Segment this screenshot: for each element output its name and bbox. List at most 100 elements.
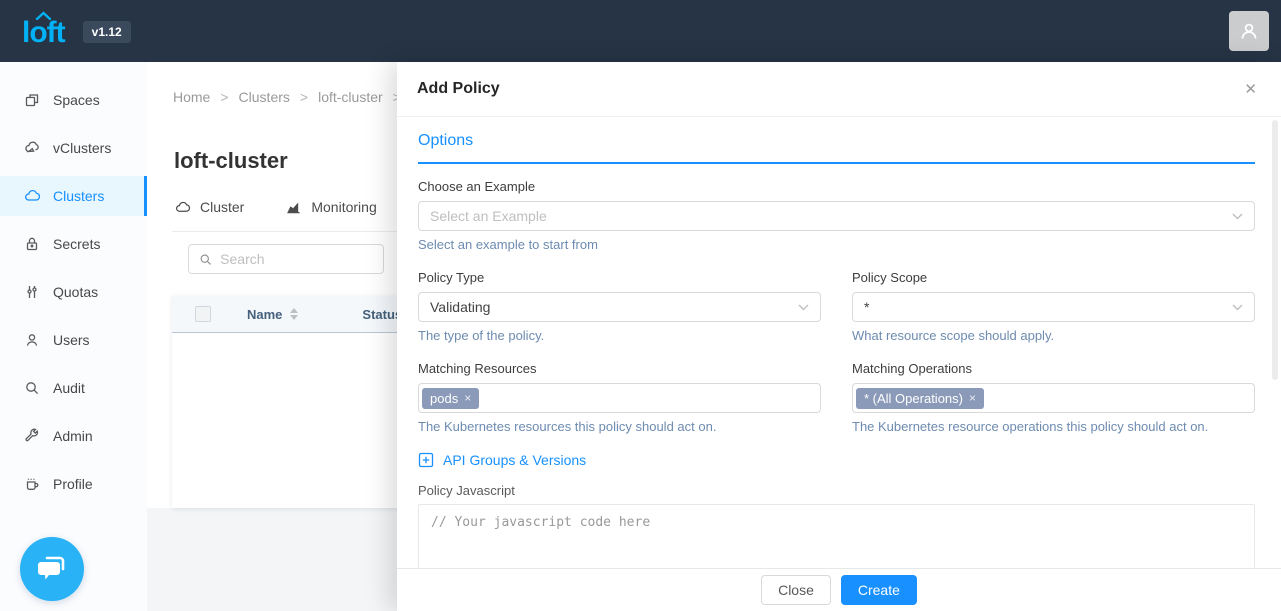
row-policy-type-scope: Policy Type Validating The type of the p… xyxy=(418,270,1255,343)
select-all-checkbox[interactable] xyxy=(195,306,211,322)
avatar[interactable] xyxy=(1229,11,1269,51)
drawer-footer: Close Create xyxy=(397,568,1281,611)
field-label: Matching Operations xyxy=(852,361,1255,376)
tab-label: Cluster xyxy=(200,199,244,215)
breadcrumb-separator: > xyxy=(220,89,228,105)
tag-all-operations: * (All Operations) × xyxy=(856,388,984,409)
section-title-options: Options xyxy=(418,132,1255,164)
field-label: Policy Scope xyxy=(852,270,1255,285)
drawer-body: Options Choose an Example Select an Exam… xyxy=(397,117,1281,568)
sidebar-item-quotas[interactable]: Quotas xyxy=(0,272,147,312)
cloud-icon xyxy=(174,200,191,215)
field-policy-scope: Policy Scope * What resource scope shoul… xyxy=(852,270,1255,343)
example-select[interactable]: Select an Example xyxy=(418,201,1255,231)
app-root: loft v1.12 Spaces vClusters Clusters Sec… xyxy=(0,0,1281,611)
search-icon xyxy=(199,252,212,267)
chart-icon xyxy=(285,200,302,215)
policy-scope-select[interactable]: * xyxy=(852,292,1255,322)
sidebar-item-secrets[interactable]: Secrets xyxy=(0,224,147,264)
tag-remove-icon[interactable]: × xyxy=(464,391,471,405)
help-text: The type of the policy. xyxy=(418,328,821,343)
select-value: * xyxy=(864,299,869,315)
drawer-header: Add Policy ✕ xyxy=(397,62,1281,117)
search-input[interactable] xyxy=(220,251,373,267)
user-icon xyxy=(24,332,40,348)
logo-roof-icon xyxy=(35,11,52,20)
sidebar-item-vclusters[interactable]: vClusters xyxy=(0,128,147,168)
select-value: Validating xyxy=(430,299,490,315)
matching-operations-input[interactable]: * (All Operations) × xyxy=(852,383,1255,413)
breadcrumb-separator: > xyxy=(300,89,308,105)
plus-square-icon xyxy=(418,452,434,468)
sidebar-item-label: Admin xyxy=(53,428,93,444)
breadcrumb-clusters[interactable]: Clusters xyxy=(239,89,290,105)
policy-javascript-editor[interactable] xyxy=(418,504,1255,568)
sidebar-item-label: Spaces xyxy=(53,92,100,108)
logo-text: loft xyxy=(22,16,65,49)
vclusters-icon xyxy=(24,140,40,156)
sliders-icon xyxy=(24,284,40,300)
chevron-down-icon xyxy=(1232,213,1243,220)
field-label: Matching Resources xyxy=(418,361,821,376)
breadcrumb: Home > Clusters > loft-cluster > P xyxy=(173,89,420,105)
cloud-icon xyxy=(24,188,40,204)
tag-remove-icon[interactable]: × xyxy=(969,391,976,405)
tool-icon xyxy=(24,428,40,444)
policy-type-select[interactable]: Validating xyxy=(418,292,821,322)
version-badge: v1.12 xyxy=(83,21,131,43)
loft-logo[interactable]: loft xyxy=(22,14,65,48)
sort-carets-icon[interactable] xyxy=(290,308,298,320)
spaces-icon xyxy=(24,92,40,108)
breadcrumb-loft-cluster[interactable]: loft-cluster xyxy=(318,89,383,105)
lock-icon xyxy=(24,236,40,252)
field-matching-resources: Matching Resources pods × The Kubernetes… xyxy=(418,361,821,434)
sidebar-item-label: Secrets xyxy=(53,236,100,252)
tag-pods: pods × xyxy=(422,388,479,409)
page-title: loft-cluster xyxy=(174,148,288,174)
tag-label: * (All Operations) xyxy=(864,391,963,406)
sidebar-item-profile[interactable]: Profile xyxy=(0,464,147,504)
tab-monitoring[interactable]: Monitoring xyxy=(285,199,376,215)
sidebar-item-users[interactable]: Users xyxy=(0,320,147,360)
matching-resources-input[interactable]: pods × xyxy=(418,383,821,413)
chevron-down-icon xyxy=(1232,304,1243,311)
column-header-name: Name xyxy=(247,307,282,322)
field-policy-type: Policy Type Validating The type of the p… xyxy=(418,270,821,343)
sidebar-item-audit[interactable]: Audit xyxy=(0,368,147,408)
sidebar-item-spaces[interactable]: Spaces xyxy=(0,80,147,120)
field-choose-example: Choose an Example Select an Example Sele… xyxy=(418,179,1255,252)
field-label: Policy Javascript xyxy=(418,483,1255,498)
tab-cluster[interactable]: Cluster xyxy=(174,199,244,215)
select-placeholder: Select an Example xyxy=(430,208,547,224)
field-label: Policy Type xyxy=(418,270,821,285)
chat-launcher[interactable] xyxy=(20,537,84,601)
field-policy-javascript: Policy Javascript xyxy=(418,483,1255,568)
sidebar-item-clusters[interactable]: Clusters xyxy=(0,176,147,216)
tab-label: Monitoring xyxy=(311,199,376,215)
api-groups-expander[interactable]: API Groups & Versions xyxy=(418,452,1255,468)
help-text: Select an example to start from xyxy=(418,237,1255,252)
api-groups-label: API Groups & Versions xyxy=(443,452,586,468)
sidebar-item-label: Audit xyxy=(53,380,85,396)
magnifier-icon xyxy=(24,380,40,396)
sidebar: Spaces vClusters Clusters Secrets Quotas… xyxy=(0,62,147,611)
help-text: What resource scope should apply. xyxy=(852,328,1255,343)
sidebar-item-label: Users xyxy=(53,332,90,348)
field-label: Choose an Example xyxy=(418,179,1255,194)
help-text: The Kubernetes resource operations this … xyxy=(852,419,1255,434)
add-policy-drawer: Add Policy ✕ Options Choose an Example S… xyxy=(397,62,1281,611)
tag-label: pods xyxy=(430,391,458,406)
drawer-title: Add Policy xyxy=(417,80,500,98)
top-bar: loft v1.12 xyxy=(0,0,1281,62)
create-button[interactable]: Create xyxy=(841,575,917,605)
breadcrumb-home[interactable]: Home xyxy=(173,89,210,105)
sidebar-item-admin[interactable]: Admin xyxy=(0,416,147,456)
tabs-bar: Cluster Monitoring xyxy=(174,199,377,215)
sidebar-item-label: Clusters xyxy=(53,188,104,204)
close-icon[interactable]: ✕ xyxy=(1240,76,1261,102)
scrollbar-thumb[interactable] xyxy=(1272,120,1278,380)
close-button[interactable]: Close xyxy=(761,575,831,605)
help-text: The Kubernetes resources this policy sho… xyxy=(418,419,821,434)
chevron-down-icon xyxy=(798,304,809,311)
chat-icon xyxy=(35,553,69,585)
